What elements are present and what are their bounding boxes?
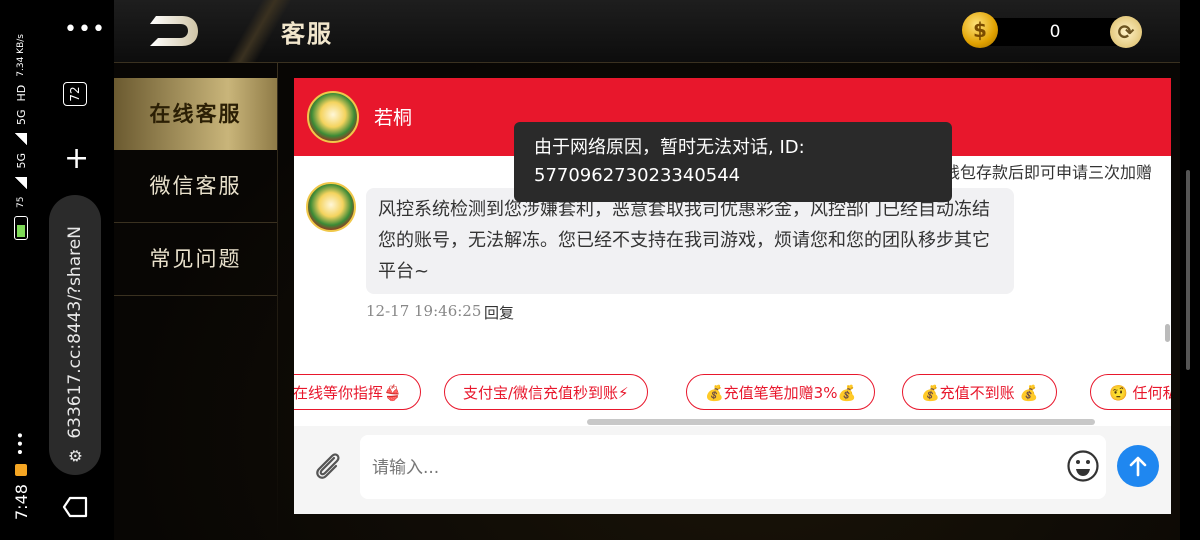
- sidebar: 在线客服 微信客服 常见问题: [114, 78, 277, 296]
- net-speed: 7.34 KB/s: [16, 34, 26, 77]
- right-edge: [1180, 0, 1200, 540]
- page-scrollbar[interactable]: [1186, 170, 1190, 370]
- sidebar-divider: [277, 62, 278, 540]
- message-scrollbar[interactable]: [1165, 324, 1170, 342]
- arrow-up-icon: [1129, 456, 1147, 477]
- hd-label: HD: [14, 84, 28, 102]
- network-label-1: 5G: [14, 153, 28, 169]
- partial-notice-text: 钱包存款后即可申请三次加赠: [944, 163, 1153, 182]
- message-avatar: [306, 182, 356, 232]
- quick-reply-chip[interactable]: 💰充值不到账 💰: [902, 374, 1058, 410]
- app: 客服 $ 0 ⟳ 在线客服 微信客服 常见问题 若桐 钱包存款后即可申请三次加赠…: [114, 0, 1180, 540]
- refresh-icon[interactable]: ⟳: [1110, 16, 1142, 48]
- clock: 7:48: [11, 484, 31, 520]
- tab-count: 72: [68, 86, 82, 102]
- site-settings-icon[interactable]: ⚙: [66, 449, 85, 463]
- emoji-icon[interactable]: [1066, 449, 1100, 483]
- network-label-2: 5G: [14, 109, 28, 126]
- send-button[interactable]: [1117, 445, 1159, 487]
- sidebar-item-online-service[interactable]: 在线客服: [114, 78, 277, 150]
- input-area: [294, 426, 1171, 514]
- new-tab-icon[interactable]: +: [64, 144, 89, 174]
- battery-icon: [14, 216, 28, 240]
- quick-reply-row: 在线等你指挥👙 支付宝/微信充值秒到账⚡ 💰充值笔笔加赠3%💰 💰充值不到账 💰…: [294, 372, 1171, 418]
- reply-link[interactable]: 回复: [484, 302, 514, 323]
- more-notifications-icon: •••: [13, 431, 29, 457]
- attachment-icon[interactable]: [310, 448, 344, 482]
- url-text: 633617.cc:8443/?shareN: [65, 226, 85, 439]
- agent-name: 若桐: [374, 107, 413, 129]
- top-bar: 客服 $ 0 ⟳: [114, 0, 1180, 63]
- balance-value: 0: [1049, 22, 1061, 42]
- sidebar-item-wechat-service[interactable]: 微信客服: [114, 150, 277, 223]
- url-bar[interactable]: ⚙ 633617.cc:8443/?shareN: [49, 195, 101, 475]
- notification-icon: [15, 464, 27, 477]
- message-input[interactable]: [370, 435, 1054, 501]
- quick-reply-chip[interactable]: 在线等你指挥👙: [294, 374, 421, 410]
- status-strip: 75 5G 5G HD 7.34 KB/s: [6, 20, 40, 240]
- sidebar-item-faq[interactable]: 常见问题: [114, 223, 277, 296]
- browser-menu-icon[interactable]: •••: [64, 19, 106, 41]
- page-title: 客服: [281, 20, 333, 48]
- tab-count-icon[interactable]: 72: [63, 82, 87, 106]
- error-toast: 由于网络原因，暂时无法对话, ID: 577096273023340544: [514, 122, 952, 202]
- signal-icon: [15, 176, 27, 189]
- back-icon[interactable]: [62, 494, 88, 520]
- coin-icon: $: [962, 12, 998, 48]
- quick-reply-scrollbar[interactable]: [587, 419, 1095, 425]
- message-bubble: 风控系统检测到您涉嫌套利，恶意套取我司优惠彩金，风控部门已经自动冻结您的账号，无…: [366, 188, 1014, 294]
- quick-reply-chip[interactable]: 支付宝/微信充值秒到账⚡: [444, 374, 648, 410]
- back-logo-icon[interactable]: [148, 14, 200, 48]
- quick-reply-chip[interactable]: 💰充值笔笔加赠3%💰: [686, 374, 876, 410]
- signal-icon-2: [15, 133, 27, 146]
- agent-avatar: [307, 91, 359, 143]
- battery-level: 75: [16, 196, 26, 208]
- message-input-box[interactable]: [360, 435, 1106, 501]
- time-strip: 7:48 •••: [6, 420, 40, 520]
- message-timestamp: 12-17 19:46:25: [366, 302, 482, 320]
- quick-reply-chip[interactable]: 🤨 任何私: [1090, 374, 1171, 410]
- system-bar: 75 5G 5G HD 7.34 KB/s 7:48 ••• ••• 72 + …: [0, 0, 114, 540]
